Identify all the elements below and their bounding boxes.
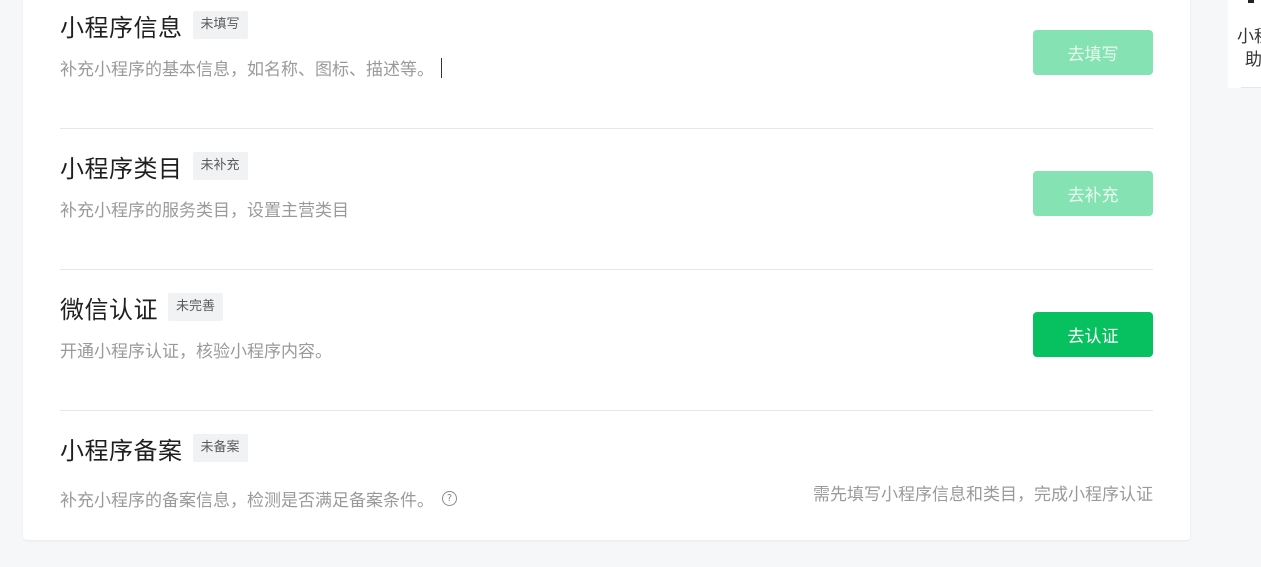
task-row-verification: 微信认证 未完善 开通小程序认证，核验小程序内容。 去认证 [60, 269, 1153, 411]
supplement-category-button[interactable]: 去补充 [1033, 171, 1153, 216]
question-circle-icon[interactable]: ? [442, 491, 457, 506]
verify-button[interactable]: 去认证 [1033, 312, 1153, 357]
side-panel: 小程 助 [1228, 0, 1261, 88]
task-header: 小程序备案 未备案 [60, 433, 248, 465]
fill-info-button[interactable]: 去填写 [1033, 30, 1153, 75]
task-title: 小程序类目 [60, 154, 183, 183]
task-description-text: 补充小程序的基本信息，如名称、图标、描述等。 [60, 60, 434, 80]
task-description-text: 开通小程序认证，核验小程序内容。 [60, 342, 332, 362]
task-title: 小程序备案 [60, 436, 183, 465]
task-row-category: 小程序类目 未补充 补充小程序的服务类目，设置主营类目 去补充 [60, 128, 1153, 270]
text-cursor [441, 57, 442, 78]
filing-prerequisite-hint: 需先填写小程序信息和类目，完成小程序认证 [813, 485, 1153, 505]
task-description: 开通小程序认证，核验小程序内容。 [60, 337, 332, 362]
status-badge: 未完善 [168, 293, 224, 321]
task-description: 补充小程序的基本信息，如名称、图标、描述等。 [60, 55, 442, 80]
task-title: 小程序信息 [60, 13, 183, 42]
task-row-info: 小程序信息 未填写 补充小程序的基本信息，如名称、图标、描述等。 去填写 [60, 0, 1153, 129]
side-panel-text-2: 助 [1245, 50, 1261, 70]
side-panel-mark [1248, 0, 1254, 3]
task-description: 补充小程序的备案信息，检测是否满足备案条件。 ? [60, 486, 457, 511]
task-header: 微信认证 未完善 [60, 292, 224, 324]
side-panel-divider [1241, 87, 1261, 88]
task-title: 微信认证 [60, 295, 158, 324]
status-badge: 未填写 [192, 11, 248, 39]
task-description-text: 补充小程序的备案信息，检测是否满足备案条件。 [60, 491, 434, 511]
task-description-text: 补充小程序的服务类目，设置主营类目 [60, 201, 349, 221]
task-header: 小程序类目 未补充 [60, 151, 248, 183]
task-header: 小程序信息 未填写 [60, 10, 248, 42]
task-row-filing: 小程序备案 未备案 补充小程序的备案信息，检测是否满足备案条件。 ? 需先填写小… [60, 410, 1153, 551]
status-badge: 未备案 [192, 434, 248, 462]
task-description: 补充小程序的服务类目，设置主营类目 [60, 196, 349, 221]
status-badge: 未补充 [192, 152, 248, 180]
side-panel-text: 小程 [1237, 27, 1261, 47]
